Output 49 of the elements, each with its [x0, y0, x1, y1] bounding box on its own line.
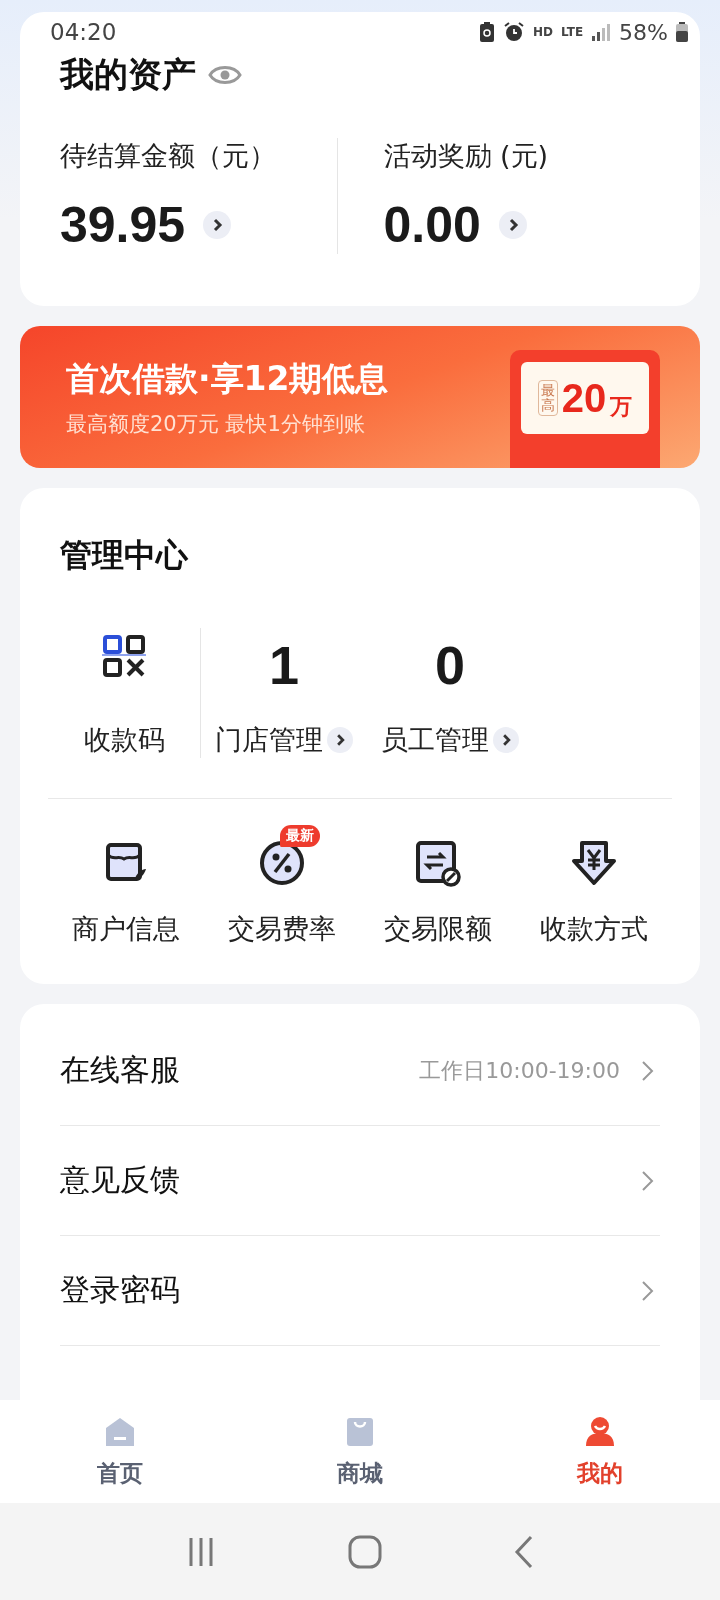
menu-label: 意见反馈: [60, 1161, 181, 1199]
alarm-icon: [503, 21, 526, 43]
menu-label: 登录密码: [60, 1271, 181, 1309]
chevron-icon: [493, 727, 519, 753]
battery-icon: [676, 22, 688, 42]
tool-label: 收款方式: [540, 912, 648, 946]
asset-label: 活动奖励 (元): [383, 139, 550, 173]
home-button-icon[interactable]: [348, 1534, 382, 1569]
signal-icon: [591, 22, 612, 42]
badge-prefix: 最高: [537, 379, 558, 417]
network-label: LTE: [561, 25, 584, 39]
eye-icon[interactable]: [208, 63, 242, 87]
section-title: 我的资产: [60, 53, 196, 96]
stat-label: 收款码: [83, 723, 165, 757]
menu-row[interactable]: 意见反馈: [60, 1126, 660, 1236]
banner-subtitle: 最高额度20万元 最快1分钟到账: [66, 410, 366, 438]
menu-label: 在线客服: [60, 1051, 181, 1089]
menu-hint: 工作日10:00-19:00: [419, 1056, 620, 1085]
badge-unit: 万: [610, 393, 633, 421]
tool-label: 交易费率: [228, 912, 336, 946]
stat-label: 门店管理: [215, 723, 323, 757]
banner-title: 首次借款·享12期低息: [66, 357, 389, 400]
back-icon[interactable]: [512, 1534, 535, 1569]
badge-amount: 20: [561, 375, 607, 421]
nav-tab[interactable]: 我的: [480, 1400, 720, 1503]
network-label: HD: [533, 25, 554, 39]
nav-tab[interactable]: 首页: [0, 1400, 240, 1503]
chevron-icon: [498, 211, 527, 239]
stat-count: 1: [268, 638, 299, 692]
status-time: 04:20: [50, 19, 117, 45]
chevron-icon: [203, 211, 232, 239]
chevron-icon: [327, 727, 353, 753]
tool-label: 交易限额: [384, 912, 492, 946]
menu-row[interactable]: 登录密码: [60, 1236, 660, 1346]
section-title: 管理中心: [60, 535, 188, 576]
asset-label: 待结算金额（元）: [60, 139, 277, 173]
new-badge: 最新: [280, 825, 320, 847]
tool-label: 商户信息: [72, 912, 180, 946]
battery-saver-icon: [479, 21, 496, 43]
asset-amount[interactable]: 39.95: [60, 196, 186, 254]
stat-label: 员工管理: [381, 723, 489, 757]
qr-code-tile[interactable]: 收款码: [48, 628, 201, 758]
stat-count: 0: [434, 638, 465, 692]
menu-row[interactable]: 在线客服 工作日10:00-19:00: [60, 1016, 660, 1126]
battery-percent: 58%: [619, 19, 668, 45]
qr-code-icon: [102, 634, 146, 678]
yen-arrow-icon: [570, 839, 618, 887]
asset-amount[interactable]: 0.00: [383, 196, 481, 254]
nav-tab[interactable]: 商城: [240, 1400, 480, 1503]
